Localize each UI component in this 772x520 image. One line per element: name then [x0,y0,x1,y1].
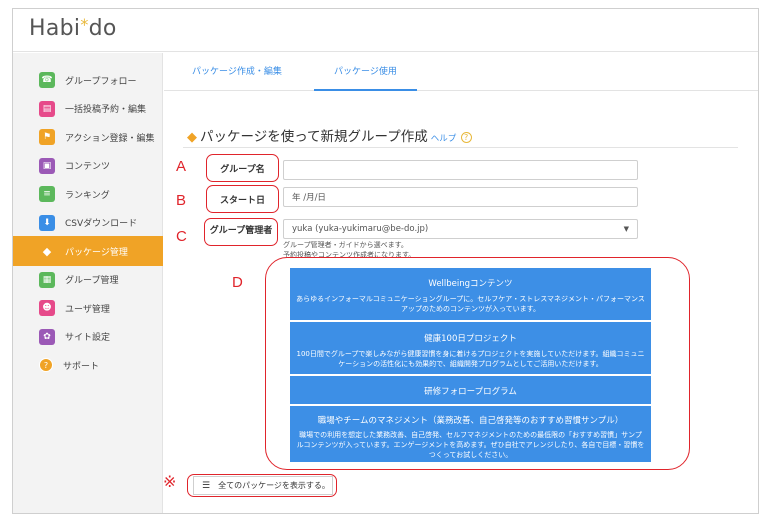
package-wellbeing[interactable]: Wellbeingコンテンツ あらゆるインフォーマルコミュニケーショングループに… [290,268,651,320]
group-manager-label: グループ管理者 [204,218,278,246]
tab-bar: パッケージ作成・編集 パッケージ使用 [164,53,758,91]
package-health-100days[interactable]: 健康100日プロジェクト 100日間でグループで楽しみながら健康習慣を身に着ける… [290,322,651,374]
annotation-note-mark: ※ [163,474,177,491]
ranking-icon: ≡ [39,186,55,202]
sidebar-item-support[interactable]: ? サポート [13,350,163,380]
sidebar-item-download[interactable]: ⬇ CSVダウンロード [13,208,163,238]
logo-star-icon: * [80,15,89,34]
app-header: Habi*do [13,9,758,52]
sidebar-item-label: サイト設定 [65,333,111,343]
manager-hint-1: グループ管理者・ガイドから選べます。 [283,241,408,249]
annotation-b: B [176,192,187,209]
flag-icon: ⚑ [39,129,55,145]
group-manager-select[interactable]: yuka (yuka-yukimaru@be-do.jp) ▼ [283,219,638,239]
package-icon: ◆ [42,244,52,258]
annotation-d: D [232,274,243,291]
help-link[interactable]: ヘルプ [431,134,457,144]
sidebar-item-flag[interactable]: ⚑ アクション登録・編集 [13,122,163,152]
sidebar-item-ranking[interactable]: ≡ ランキング [13,179,163,209]
sidebar-item-settings[interactable]: ✿ サイト設定 [13,322,163,352]
package-description: 職場での利用を想定した業務改善、自己啓発、セルフマネジメントのための最低限の「お… [296,431,645,459]
sidebar-item-user[interactable]: ☻ ユーザ管理 [13,293,163,323]
content-icon: ▣ [39,157,55,174]
follow-icon: ☎ [39,72,55,88]
show-all-packages-button[interactable]: ☰ 全てのパッケージを表示する。 [193,476,333,495]
post-icon: ▤ [39,100,55,117]
group-name-label: グループ名 [206,154,279,182]
package-description: あらゆるインフォーマルコミュニケーショングループに。セルフケア・ストレスマネジメ… [296,295,645,313]
sidebar-item-group[interactable]: ▦ グループ管理 [13,265,163,295]
package-title: 職場やチームのマネジメント（業務改善、自己啓発等のおすすめ習慣サンプル） [317,416,624,426]
group-icon: ▦ [39,271,55,288]
habido-logo[interactable]: Habi*do [29,15,117,41]
package-title: 健康100日プロジェクト [424,334,517,344]
package-diamond-icon: ◆ [187,130,197,145]
chevron-down-icon: ▼ [623,225,629,233]
list-icon: ☰ [202,480,211,491]
tab-package-edit[interactable]: パッケージ作成・編集 [172,53,302,91]
annotation-c: C [176,228,187,245]
start-date-input[interactable]: 年 /月/日 [283,187,638,207]
sidebar-item-label: グループ管理 [65,276,119,286]
sidebar-item-label: アクション登録・編集 [65,133,155,144]
sidebar: ☎ グループフォロー ▤ 一括投稿予約・編集 ⚑ アクション登録・編集 ▣ コンテンツ ≡ ランキ… [13,53,163,513]
sidebar-item-follow[interactable]: ☎ グループフォロー [13,65,163,95]
package-training-follow[interactable]: 研修フォロープログラム [290,376,651,404]
sidebar-item-label: 一括投稿予約・編集 [65,105,147,115]
sidebar-item-label: パッケージ管理 [65,247,128,258]
help-icon[interactable]: ? [460,132,472,143]
sidebar-item-label: サポート [63,361,100,372]
sidebar-item-post[interactable]: ▤ 一括投稿予約・編集 [13,94,163,124]
sidebar-item-label: CSVダウンロード [65,219,138,229]
package-description: 100日間でグループで楽しみながら健康習慣を身に着けるプロジェクトを実施していた… [296,350,645,368]
sidebar-item-label: ランキング [65,190,110,201]
group-name-input[interactable] [283,160,638,180]
tab-package-use[interactable]: パッケージ使用 [314,53,417,91]
settings-icon: ✿ [39,328,55,345]
support-icon: ? [39,358,53,372]
package-title: Wellbeingコンテンツ [428,279,513,289]
package-team-management[interactable]: 職場やチームのマネジメント（業務改善、自己啓発等のおすすめ習慣サンプル） 職場で… [290,406,651,462]
sidebar-item-package[interactable]: ◆ パッケージ管理 [13,236,163,266]
sidebar-item-content[interactable]: ▣ コンテンツ [13,151,163,181]
download-icon: ⬇ [39,214,55,231]
user-icon: ☻ [39,300,55,316]
package-title: 研修フォロープログラム [424,387,517,397]
title-divider [183,147,738,148]
sidebar-item-label: ユーザ管理 [65,304,110,315]
sidebar-item-label: グループフォロー [65,76,137,87]
sidebar-item-label: コンテンツ [65,162,111,172]
start-date-label: スタート日 [206,185,279,213]
page-title: ◆ パッケージを使って新規グループ作成 ヘルプ ? [187,125,472,145]
annotation-a: A [176,158,187,175]
